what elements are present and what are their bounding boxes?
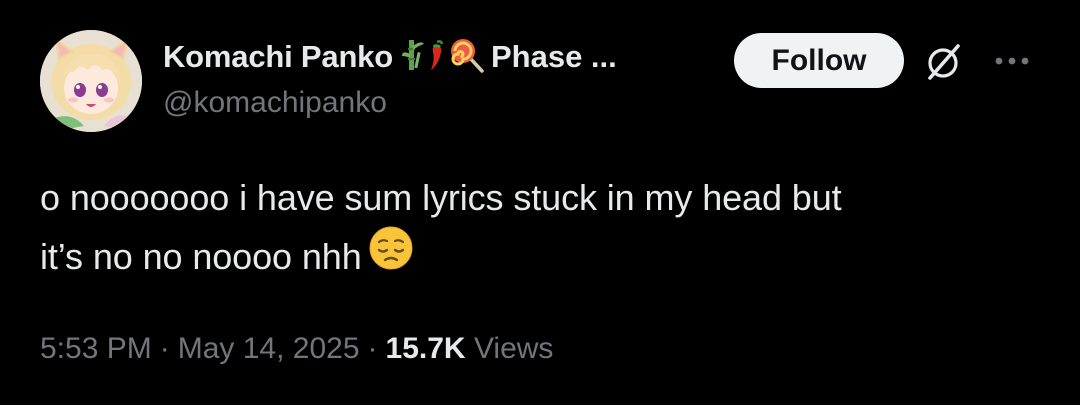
user-header: Komachi Panko Phase ... @komachipanko xyxy=(163,38,723,120)
tweet-time[interactable]: 5:53 PM xyxy=(40,332,152,365)
meta-separator: · xyxy=(367,332,378,365)
more-icon[interactable] xyxy=(990,50,1036,72)
avatar[interactable] xyxy=(40,30,142,132)
name-row: Komachi Panko Phase ... xyxy=(163,38,723,76)
bamboo-icon xyxy=(401,38,425,77)
user-handle[interactable]: @komachipanko xyxy=(163,86,723,120)
follow-button[interactable]: Follow xyxy=(734,33,904,88)
tweet-text: o nooooooo i have sum lyrics stuck in my… xyxy=(40,168,1040,288)
views-count[interactable]: 15.7K xyxy=(386,332,466,365)
tweet-text-line-2: it’s no no noooo nhh xyxy=(40,236,362,277)
lollipop-icon xyxy=(449,37,485,78)
grok-icon[interactable] xyxy=(922,40,966,84)
tweet-text-line-2-wrap: it’s no no noooo nhh xyxy=(40,225,1040,288)
chili-pepper-icon xyxy=(427,38,447,77)
pensive-face-icon xyxy=(368,225,414,288)
tweet: Komachi Panko Phase ... @komachipanko Fo… xyxy=(0,0,1080,405)
name-emojis xyxy=(401,37,485,78)
tweet-text-line-1: o nooooooo i have sum lyrics stuck in my… xyxy=(40,177,842,218)
tweet-date[interactable]: May 14, 2025 xyxy=(178,332,360,365)
tweet-meta: 5:53 PM · May 14, 2025 · 15.7K Views xyxy=(40,332,553,366)
meta-separator: · xyxy=(159,332,170,365)
display-name[interactable]: Komachi Panko xyxy=(163,39,393,75)
display-name-suffix[interactable]: Phase ... xyxy=(491,39,617,75)
views-label[interactable]: Views xyxy=(474,332,553,365)
